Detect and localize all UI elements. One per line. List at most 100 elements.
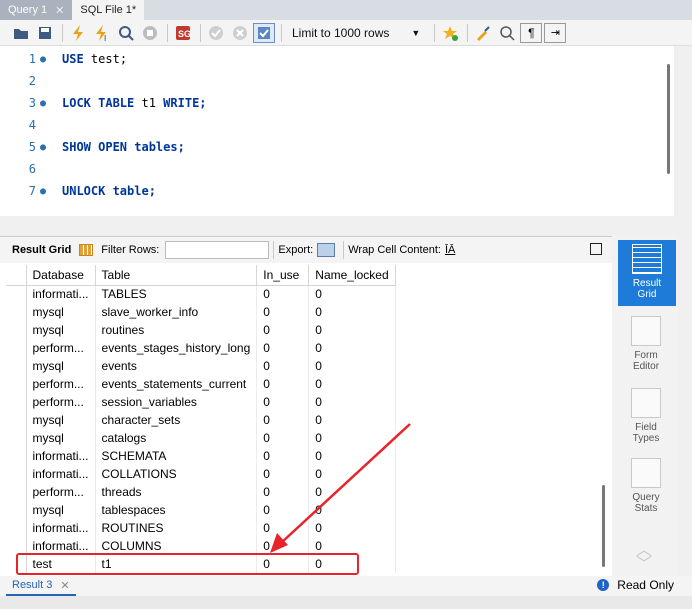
cell-in-use[interactable]: 0: [256, 285, 310, 303]
tab-result-3[interactable]: Result 3 ✕: [6, 576, 76, 596]
stop-icon[interactable]: [139, 23, 161, 43]
cell-table[interactable]: ROUTINES: [95, 519, 258, 537]
table-row[interactable]: mysql catalogs 0 0: [6, 429, 396, 447]
table-row[interactable]: informati... ROUTINES 0 0: [6, 519, 396, 537]
column-header-table[interactable]: Table: [95, 265, 258, 286]
row-marker[interactable]: [6, 483, 27, 501]
row-marker[interactable]: [6, 393, 27, 411]
row-marker[interactable]: [6, 285, 27, 303]
cell-database[interactable]: perform...: [26, 483, 96, 501]
sidebar-item-result-grid[interactable]: Result Grid: [618, 240, 676, 306]
table-row[interactable]: informati... TABLES 0 0: [6, 285, 396, 303]
cell-database[interactable]: informati...: [26, 465, 96, 483]
cell-in-use[interactable]: 0: [256, 339, 310, 357]
cell-in-use[interactable]: 0: [256, 447, 310, 465]
cell-database[interactable]: mysql: [26, 429, 96, 447]
cell-in-use[interactable]: 0: [256, 519, 310, 537]
execute-icon[interactable]: [67, 23, 89, 43]
cell-name-locked[interactable]: 0: [308, 303, 396, 321]
cell-table[interactable]: TABLES: [95, 285, 258, 303]
cell-in-use[interactable]: 0: [256, 393, 310, 411]
wrap-cell-icon[interactable]: ĪĀ: [445, 244, 455, 256]
table-row[interactable]: perform... events_statements_current 0 0: [6, 375, 396, 393]
cell-name-locked[interactable]: 0: [308, 519, 396, 537]
cell-in-use[interactable]: 0: [256, 375, 310, 393]
row-marker[interactable]: [6, 357, 27, 375]
rollback-icon[interactable]: [229, 23, 251, 43]
explain-icon[interactable]: [115, 23, 137, 43]
cell-database[interactable]: perform...: [26, 339, 96, 357]
autocommit-icon[interactable]: [253, 22, 275, 43]
find-icon[interactable]: [496, 23, 518, 43]
grid-vertical-scrollbar[interactable]: [602, 485, 605, 567]
row-marker[interactable]: [6, 339, 27, 357]
cell-name-locked[interactable]: 0: [308, 393, 396, 411]
bookmark-icon[interactable]: [439, 23, 461, 43]
cell-database[interactable]: informati...: [26, 285, 96, 303]
row-marker[interactable]: [6, 303, 27, 321]
cell-table[interactable]: threads: [95, 483, 258, 501]
folder-icon[interactable]: [10, 23, 32, 43]
cell-table[interactable]: character_sets: [95, 411, 258, 429]
cell-database[interactable]: informati...: [26, 519, 96, 537]
column-header-database[interactable]: Database: [26, 265, 96, 286]
cell-database[interactable]: perform...: [26, 393, 96, 411]
cell-name-locked[interactable]: 0: [308, 339, 396, 357]
sidebar-item-field-types[interactable]: Field Types: [616, 388, 676, 444]
table-row[interactable]: mysql routines 0 0: [6, 321, 396, 339]
editor-vertical-scrollbar[interactable]: [667, 64, 670, 174]
table-row[interactable]: mysql character_sets 0 0: [6, 411, 396, 429]
toggle-panel-icon[interactable]: [590, 243, 602, 255]
toggle-stop-on-error-icon[interactable]: SG: [172, 23, 194, 43]
commit-icon[interactable]: [205, 23, 227, 43]
table-row[interactable]: mysql slave_worker_info 0 0: [6, 303, 396, 321]
cell-database[interactable]: informati...: [26, 447, 96, 465]
row-marker[interactable]: [6, 321, 27, 339]
cell-database[interactable]: mysql: [26, 411, 96, 429]
close-icon[interactable]: ✕: [55, 4, 64, 17]
table-row[interactable]: mysql events 0 0: [6, 357, 396, 375]
cell-database[interactable]: perform...: [26, 375, 96, 393]
cell-in-use[interactable]: 0: [256, 303, 310, 321]
cell-name-locked[interactable]: 0: [308, 285, 396, 303]
column-header-name-locked[interactable]: Name_locked: [308, 265, 396, 286]
cell-name-locked[interactable]: 0: [308, 447, 396, 465]
sidebar-item-form-editor[interactable]: Form Editor: [616, 316, 676, 372]
table-row[interactable]: mysql tablespaces 0 0: [6, 501, 396, 519]
cell-in-use[interactable]: 0: [256, 321, 310, 339]
cell-in-use[interactable]: 0: [256, 465, 310, 483]
limit-rows-select[interactable]: Limit to 1000 rows ▼: [286, 23, 426, 43]
row-marker[interactable]: [6, 465, 27, 483]
cell-name-locked[interactable]: 0: [308, 501, 396, 519]
export-icon[interactable]: [317, 243, 336, 257]
tab-query-1[interactable]: Query 1 ✕: [0, 0, 73, 20]
column-header-in-use[interactable]: In_use: [256, 265, 310, 286]
cell-table[interactable]: COLLATIONS: [95, 465, 258, 483]
cell-in-use[interactable]: 0: [256, 501, 310, 519]
table-row[interactable]: perform... threads 0 0: [6, 483, 396, 501]
cell-table[interactable]: events_statements_current: [95, 375, 258, 393]
result-grid-label[interactable]: Result Grid: [12, 244, 71, 256]
row-marker[interactable]: [6, 501, 27, 519]
sidebar-item-query-stats[interactable]: Query Stats: [616, 458, 676, 514]
cell-table[interactable]: SCHEMATA: [95, 447, 258, 465]
save-icon[interactable]: [34, 23, 56, 43]
sql-editor[interactable]: 1 ● USE test; 2 3 ● LOCK TABLE t1 WRITE;…: [0, 46, 674, 216]
row-marker[interactable]: [6, 519, 27, 537]
cell-database[interactable]: mysql: [26, 357, 96, 375]
cell-table[interactable]: tablespaces: [95, 501, 258, 519]
cell-name-locked[interactable]: 0: [308, 483, 396, 501]
execute-current-icon[interactable]: I: [91, 23, 113, 43]
cell-name-locked[interactable]: 0: [308, 357, 396, 375]
table-row[interactable]: informati... COLLATIONS 0 0: [6, 465, 396, 483]
cell-in-use[interactable]: 0: [256, 357, 310, 375]
grid-icon[interactable]: [79, 244, 94, 256]
cell-name-locked[interactable]: 0: [308, 411, 396, 429]
cell-table[interactable]: catalogs: [95, 429, 258, 447]
cell-table[interactable]: routines: [95, 321, 258, 339]
invisible-chars-icon[interactable]: ¶: [520, 22, 543, 43]
cell-table[interactable]: events: [95, 357, 258, 375]
row-marker[interactable]: [6, 429, 27, 447]
row-marker[interactable]: [6, 447, 27, 465]
tab-sql-file-1[interactable]: SQL File 1*: [72, 0, 145, 20]
